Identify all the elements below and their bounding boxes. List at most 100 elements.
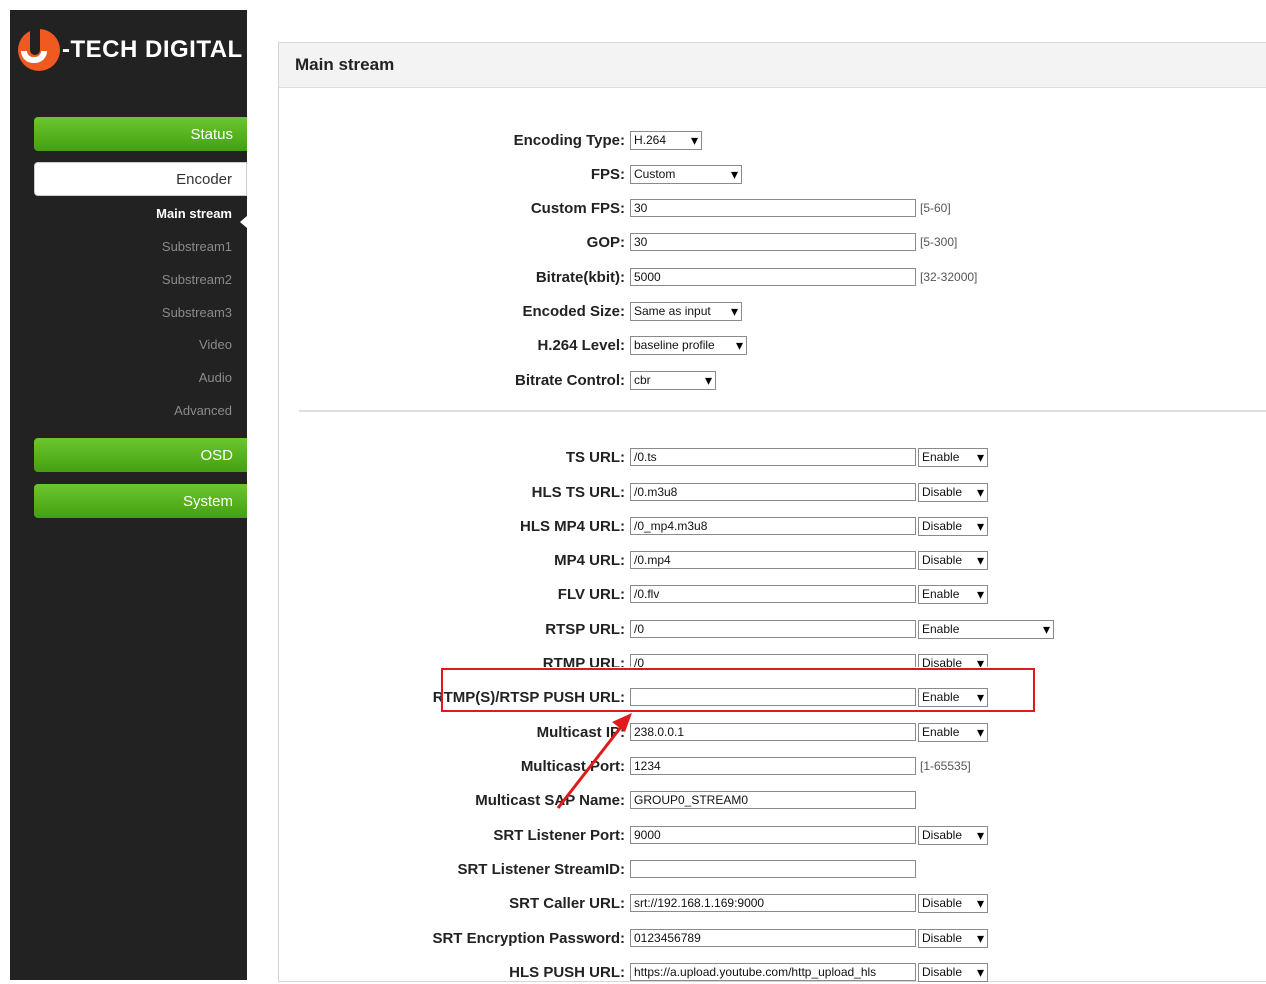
rtsp-url-input[interactable]: /0 — [630, 620, 916, 638]
rtmp-url-input[interactable]: /0 — [630, 654, 916, 667]
multicast-ip-input[interactable]: 238.0.0.1 — [630, 723, 916, 741]
encoded-size-select[interactable]: Same as input — [630, 302, 742, 321]
menu-osd-button[interactable]: OSD — [34, 438, 247, 472]
menu-system-button[interactable]: System — [34, 484, 247, 518]
multicast-port-label: Multicast Port: — [520, 758, 625, 775]
active-pointer-icon — [240, 216, 247, 228]
flv-url-input[interactable]: /0.flv — [630, 585, 916, 603]
multicast-sap-label: Multicast SAP Name: — [475, 792, 625, 809]
gop-row: GOP: 30 [5-300] — [279, 232, 1266, 254]
flv-url-row: FLV URL: /0.flv Enable — [279, 584, 1266, 606]
submenu-substream1[interactable]: Substream1 — [162, 239, 232, 254]
h264-level-select[interactable]: baseline profile — [630, 336, 747, 355]
custom-fps-input[interactable]: 30 — [630, 199, 916, 217]
multicast-port-row: Multicast Port: 1234 [1-65535] — [279, 756, 1266, 778]
ts-url-input[interactable]: /0.ts — [630, 448, 916, 466]
srt-password-state-select[interactable]: Disable — [918, 929, 988, 948]
submenu-advanced[interactable]: Advanced — [174, 403, 232, 418]
srt-caller-label: SRT Caller URL: — [509, 895, 625, 912]
encoding-type-row: Encoding Type: H.264 — [279, 130, 1266, 152]
srt-caller-row: SRT Caller URL: srt://192.168.1.169:9000… — [279, 893, 1266, 915]
custom-fps-row: Custom FPS: 30 [5-60] — [279, 198, 1266, 220]
multicast-port-hint: [1-65535] — [920, 759, 971, 773]
submenu-substream3[interactable]: Substream3 — [162, 305, 232, 320]
rtmp-url-label: RTMP URL: — [542, 655, 625, 667]
multicast-sap-row: Multicast SAP Name: GROUP0_STREAM0 — [279, 790, 1266, 812]
srt-caller-state-select[interactable]: Disable — [918, 894, 988, 913]
panel-title: Main stream — [279, 43, 1266, 88]
hls-push-label: HLS PUSH URL: — [509, 964, 625, 981]
menu-status-button[interactable]: Status — [34, 117, 247, 151]
ts-url-label: TS URL: — [565, 449, 625, 466]
gop-input[interactable]: 30 — [630, 233, 916, 251]
srt-listener-streamid-input[interactable] — [630, 860, 916, 878]
encoded-size-label: Encoded Size: — [522, 303, 625, 320]
encoding-type-label: Encoding Type: — [513, 132, 625, 149]
ts-url-state-select[interactable]: Enable — [918, 448, 988, 467]
fps-label: FPS: — [590, 166, 625, 183]
srt-listener-port-input[interactable]: 9000 — [630, 826, 916, 844]
submenu-substream2[interactable]: Substream2 — [162, 272, 232, 287]
bitrate-label: Bitrate(kbit): — [535, 269, 625, 286]
bitrate-input[interactable]: 5000 — [630, 268, 916, 286]
encoding-type-select[interactable]: H.264 — [630, 131, 702, 150]
hls-mp4-url-state-select[interactable]: Disable — [918, 517, 988, 536]
flv-url-label: FLV URL: — [557, 586, 625, 603]
hls-mp4-url-input[interactable]: /0_mp4.m3u8 — [630, 517, 916, 535]
section-divider — [299, 410, 1266, 412]
multicast-sap-input[interactable]: GROUP0_STREAM0 — [630, 791, 916, 809]
encoded-size-row: Encoded Size: Same as input — [279, 301, 1266, 323]
flv-url-state-select[interactable]: Enable — [918, 585, 988, 604]
multicast-ip-row: Multicast IP: 238.0.0.1 Enable — [279, 722, 1266, 744]
hls-ts-url-row: HLS TS URL: /0.m3u8 Disable — [279, 482, 1266, 504]
srt-listener-port-row: SRT Listener Port: 9000 Disable — [279, 825, 1266, 847]
gop-label: GOP: — [586, 234, 625, 251]
hls-ts-url-input[interactable]: /0.m3u8 — [630, 483, 916, 501]
hls-push-state-select[interactable]: Disable — [918, 963, 988, 982]
rtsp-url-state-select[interactable]: Enable — [918, 620, 1054, 639]
rtmp-url-state-select[interactable]: Disable — [918, 654, 988, 667]
submenu-audio[interactable]: Audio — [199, 370, 232, 385]
bitrate-hint: [32-32000] — [920, 270, 978, 284]
multicast-port-input[interactable]: 1234 — [630, 757, 916, 775]
rtsp-url-row: RTSP URL: /0 Enable — [279, 619, 1266, 641]
logo-text: -TECH DIGITAL — [62, 36, 243, 63]
highlight-box — [441, 668, 1035, 712]
hls-push-input[interactable]: https://a.upload.youtube.com/http_upload… — [630, 963, 916, 981]
multicast-ip-state-select[interactable]: Enable — [918, 723, 988, 742]
submenu-video[interactable]: Video — [199, 337, 232, 352]
srt-password-label: SRT Encryption Password: — [432, 930, 625, 947]
bitrate-control-label: Bitrate Control: — [515, 372, 625, 389]
sidebar: -TECH DIGITAL Status Encoder Main stream… — [10, 10, 247, 980]
h264-level-row: H.264 Level: baseline profile — [279, 335, 1266, 357]
brand-logo: -TECH DIGITAL — [18, 25, 243, 72]
bitrate-control-row: Bitrate Control: cbr — [279, 370, 1266, 392]
srt-listener-streamid-label: SRT Listener StreamID: — [457, 861, 625, 878]
main-stream-panel: Main stream Encoding Type: H.264 FPS: Cu… — [278, 42, 1266, 982]
mp4-url-input[interactable]: /0.mp4 — [630, 551, 916, 569]
mp4-url-row: MP4 URL: /0.mp4 Disable — [279, 550, 1266, 572]
mp4-url-state-select[interactable]: Disable — [918, 551, 988, 570]
srt-listener-streamid-row: SRT Listener StreamID: — [279, 859, 1266, 881]
bitrate-control-select[interactable]: cbr — [630, 371, 716, 390]
hls-mp4-url-label: HLS MP4 URL: — [520, 518, 625, 535]
srt-listener-port-label: SRT Listener Port: — [493, 827, 625, 844]
hls-ts-url-state-select[interactable]: Disable — [918, 483, 988, 502]
srt-password-input[interactable]: 0123456789 — [630, 929, 916, 947]
rtsp-url-label: RTSP URL: — [545, 621, 625, 638]
menu-encoder-button[interactable]: Encoder — [34, 162, 247, 196]
rtmp-url-row: RTMP URL: /0 Disable — [279, 653, 1266, 667]
bitrate-row: Bitrate(kbit): 5000 [32-32000] — [279, 267, 1266, 289]
custom-fps-hint: [5-60] — [920, 201, 951, 215]
submenu-main-stream[interactable]: Main stream — [156, 206, 232, 221]
fps-row: FPS: Custom — [279, 164, 1266, 186]
srt-caller-input[interactable]: srt://192.168.1.169:9000 — [630, 894, 916, 912]
hls-push-row: HLS PUSH URL: https://a.upload.youtube.c… — [279, 962, 1266, 984]
srt-listener-port-state-select[interactable]: Disable — [918, 826, 988, 845]
fps-select[interactable]: Custom — [630, 165, 742, 184]
logo-mark-icon — [18, 25, 60, 71]
multicast-ip-label: Multicast IP: — [536, 724, 625, 741]
ts-url-row: TS URL: /0.ts Enable — [279, 447, 1266, 469]
hls-mp4-url-row: HLS MP4 URL: /0_mp4.m3u8 Disable — [279, 516, 1266, 538]
custom-fps-label: Custom FPS: — [530, 200, 625, 217]
